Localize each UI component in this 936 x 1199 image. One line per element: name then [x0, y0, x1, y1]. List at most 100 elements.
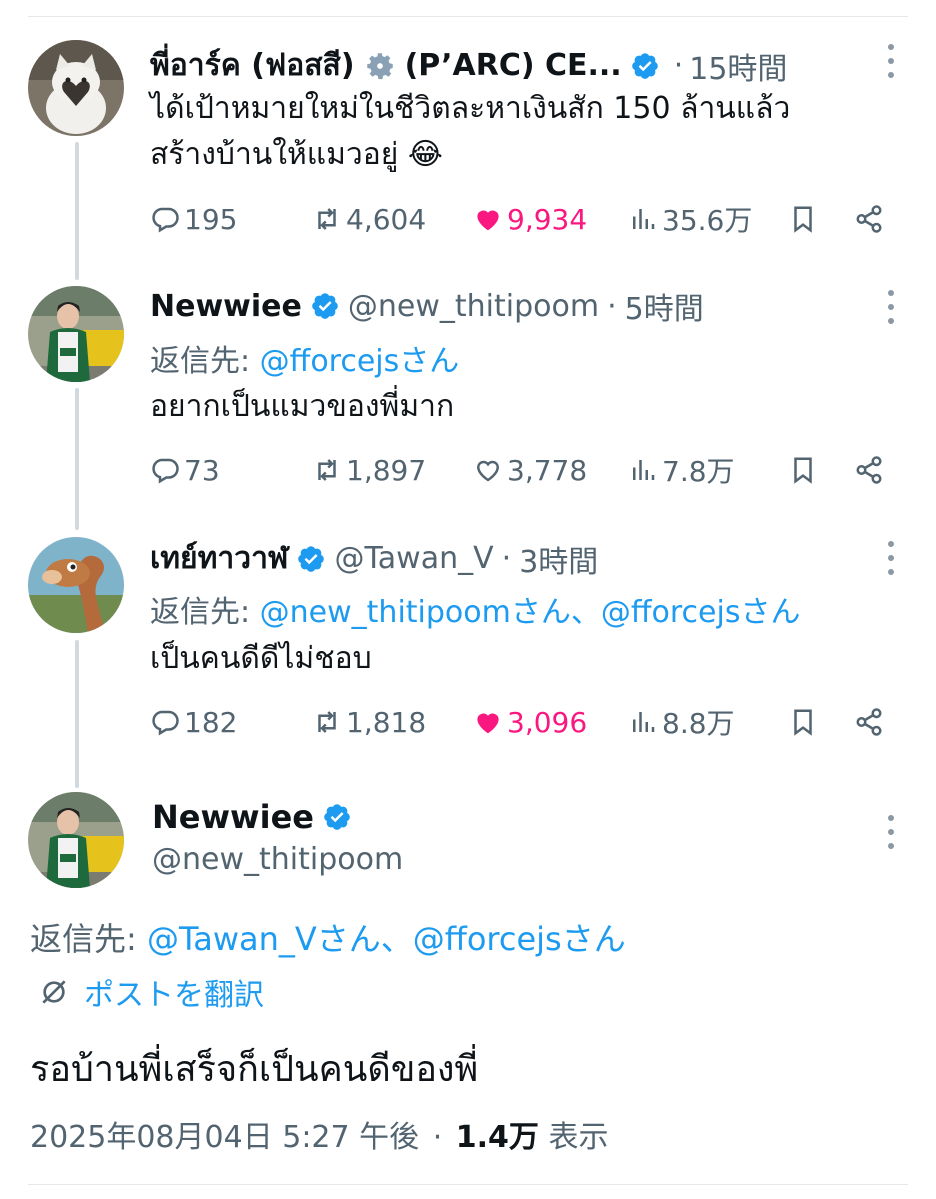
- reply-mention-link[interactable]: @fforcejsさん: [260, 344, 460, 379]
- avatar[interactable]: [28, 286, 124, 382]
- more-options-icon[interactable]: [886, 44, 896, 78]
- reply-context: 返信先: @new_thitipoomさん、@fforcejsさん: [150, 587, 800, 631]
- display-name[interactable]: Newwiee: [150, 289, 302, 324]
- like-button[interactable]: 3,778: [473, 450, 587, 490]
- bottom-divider: [28, 1184, 908, 1185]
- repost-icon: [318, 459, 336, 481]
- reply-mention-link[interactable]: @new_thitipoomさん、@fforcejsさん: [260, 595, 801, 630]
- bookmark-button[interactable]: [788, 702, 818, 742]
- user-handle[interactable]: @new_thitipoom: [152, 842, 403, 877]
- thread-line: [75, 388, 79, 530]
- verified-badge-icon: [630, 51, 660, 81]
- like-count: 3,778: [507, 453, 588, 487]
- tweet-header: พี่อาร์ค (ฟอสสี) (P’ARC) CE... · 15時間: [150, 42, 787, 89]
- repost-count: 1,818: [346, 705, 427, 739]
- separator: ·: [501, 541, 512, 576]
- view-count: 1.4万: [455, 1120, 539, 1155]
- views-button[interactable]: 35.6万: [628, 199, 752, 239]
- tweet-text: ได้เป้าหมายใหม่ในชีวิตละหาเงินสัก 150 ล้…: [150, 86, 790, 178]
- bookmark-button[interactable]: [788, 199, 818, 239]
- thread-line: [75, 142, 79, 280]
- bookmark-icon: [794, 206, 812, 233]
- timestamp[interactable]: 5時間: [625, 284, 704, 328]
- reply-icon: [152, 458, 179, 484]
- views-chart-icon: [633, 460, 655, 480]
- more-options-icon[interactable]: [886, 290, 896, 324]
- reply-count: 182: [184, 705, 238, 739]
- reply-button[interactable]: 195: [150, 199, 237, 239]
- timestamp[interactable]: 3時間: [519, 537, 598, 581]
- repost-icon: [318, 208, 336, 230]
- main-tweet-header: Newwiee: [152, 798, 360, 836]
- share-button[interactable]: [854, 199, 884, 239]
- repost-icon: [318, 711, 336, 733]
- views-chart-icon: [633, 209, 655, 229]
- verified-badge-icon: [296, 544, 326, 574]
- views-button[interactable]: 7.8万: [628, 450, 735, 490]
- heart-outline-icon: [476, 460, 500, 482]
- tweet-meta: 2025年08月04日 5:27 午後 · 1.4万 表示: [30, 1112, 608, 1156]
- bookmark-icon: [794, 457, 812, 484]
- views-button[interactable]: 8.8万: [628, 702, 735, 742]
- verified-badge-icon: [322, 802, 352, 832]
- reply-mention-link[interactable]: @Tawan_Vさん、@fforcejsさん: [147, 920, 626, 958]
- share-button[interactable]: [854, 702, 884, 742]
- tweet-text-line: สร้างบ้านให้แมวอยู่ 😂: [150, 137, 443, 172]
- share-button[interactable]: [854, 450, 884, 490]
- display-name[interactable]: เทย์ทาวาฬ: [150, 535, 288, 582]
- tweet-header: เทย์ทาวาฬ @Tawan_V · 3時間: [150, 535, 598, 582]
- more-options-icon[interactable]: [886, 815, 896, 849]
- reply-button[interactable]: 73: [150, 450, 220, 490]
- share-icon: [856, 205, 882, 233]
- reply-context: 返信先: @Tawan_Vさん、@fforcejsさん: [30, 914, 626, 960]
- view-count: 7.8万: [662, 455, 735, 488]
- thread-line: [75, 640, 79, 788]
- translate-post-link[interactable]: ポストを翻訳: [38, 970, 264, 1014]
- avatar[interactable]: [28, 537, 124, 633]
- avatar[interactable]: [28, 40, 124, 136]
- post-timestamp[interactable]: 2025年08月04日 5:27 午後: [30, 1120, 419, 1155]
- timestamp[interactable]: 15時間: [689, 44, 787, 88]
- view-count: 35.6万: [662, 204, 753, 237]
- view-count: 8.8万: [662, 707, 735, 740]
- verified-badge-icon: [310, 291, 340, 321]
- tweet-text-line: เป็นคนดีดีไม่ชอบ: [150, 641, 372, 676]
- reply-count: 73: [184, 453, 220, 487]
- bookmark-button[interactable]: [788, 450, 818, 490]
- reply-icon: [152, 207, 179, 233]
- display-name-suffix[interactable]: (P’ARC) CE...: [405, 48, 622, 83]
- reply-prefix: 返信先:: [150, 595, 251, 630]
- tweet-text-line: อยากเป็นแมวของพี่มาก: [150, 389, 455, 424]
- reply-prefix: 返信先:: [150, 344, 251, 379]
- tweet-text: อยากเป็นแมวของพี่มาก: [150, 384, 454, 430]
- reply-button[interactable]: 182: [150, 702, 237, 742]
- repost-count: 1,897: [346, 453, 427, 487]
- tweet-actions: 195 4,604 9,934 35.6万: [150, 199, 896, 239]
- user-handle[interactable]: @new_thitipoom: [348, 289, 599, 324]
- avatar[interactable]: [28, 792, 124, 888]
- like-button[interactable]: 3,096: [473, 702, 587, 742]
- user-handle[interactable]: @Tawan_V: [334, 541, 493, 576]
- translate-icon: [42, 980, 66, 1004]
- top-divider: [28, 16, 908, 17]
- display-name[interactable]: พี่อาร์ค (ฟอสสี): [150, 42, 355, 89]
- reply-count: 195: [184, 202, 238, 236]
- heart-filled-icon: [477, 210, 499, 231]
- like-count: 3,096: [507, 705, 588, 739]
- tweet-header: Newwiee @new_thitipoom · 5時間: [150, 284, 704, 328]
- display-name[interactable]: Newwiee: [152, 798, 314, 836]
- repost-count: 4,604: [346, 202, 427, 236]
- repost-button[interactable]: 1,897: [312, 450, 426, 490]
- bookmark-icon: [794, 709, 812, 736]
- heart-filled-icon: [477, 713, 499, 734]
- repost-button[interactable]: 4,604: [312, 199, 426, 239]
- reply-context: 返信先: @fforcejsさん: [150, 336, 459, 380]
- repost-button[interactable]: 1,818: [312, 702, 426, 742]
- like-button[interactable]: 9,934: [473, 199, 587, 239]
- gear-icon: [363, 49, 397, 83]
- reply-prefix: 返信先:: [30, 920, 137, 958]
- more-options-icon[interactable]: [886, 541, 896, 575]
- reply-icon: [152, 710, 179, 736]
- main-tweet-text: รอบ้านพี่เสร็จก็เป็นคนดีของพี่: [30, 1049, 479, 1090]
- tweet-text: เป็นคนดีดีไม่ชอบ: [150, 636, 372, 682]
